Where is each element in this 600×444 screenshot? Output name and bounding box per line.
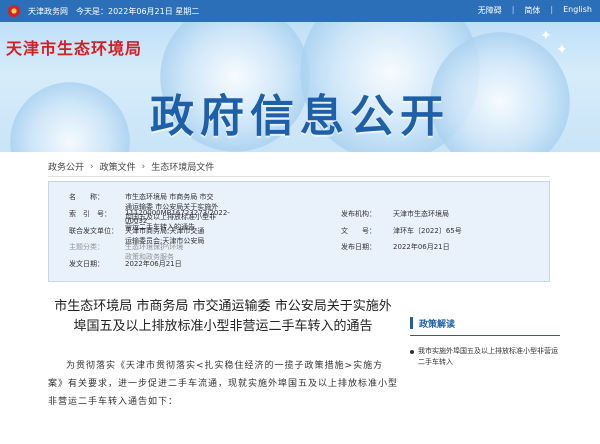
- article-title: 市生态环境局 市商务局 市交通运输委 市公安局关于实施外埠国五及以上排放标准小型…: [54, 299, 392, 334]
- national-emblem-icon: [8, 5, 20, 17]
- divider: |: [550, 5, 554, 14]
- meta-value: 2022年06月21日: [125, 260, 182, 268]
- meta-label: 发文日期：: [69, 260, 104, 268]
- city-agency-title[interactable]: 天津市生态环境局: [6, 35, 142, 59]
- meta-value: 2022年06月21日: [393, 243, 450, 251]
- divider: [48, 176, 550, 177]
- banner-main-title: 政府信息公开: [150, 91, 450, 142]
- policy-interpretation-panel: 政策解读 我市实施外埠国五及以上排放标准小型非营运二手车转入: [410, 315, 560, 368]
- bird-icon: ✦: [556, 42, 568, 58]
- meta-label: 发布机构：: [341, 210, 376, 218]
- document-metadata: 名 称： 市生态环境局 市商务局 市交通运输委 市公安局关于实施外埠国五及以上排…: [48, 181, 550, 282]
- meta-value: 天津市生态环境局: [393, 210, 449, 218]
- sidebar-item-label: 我市实施外埠国五及以上排放标准小型非营运二手车转入: [418, 347, 558, 366]
- meta-row-publish-date: 发布日期： 2022年06月21日: [341, 242, 450, 252]
- header-banner: ✦ ✦ 天津市生态环境局 政府信息公开: [0, 22, 600, 152]
- english-link[interactable]: English: [563, 5, 592, 16]
- breadcrumb-item-government-affairs[interactable]: 政务公开: [48, 160, 84, 173]
- chevron-right-icon: ›: [90, 161, 94, 172]
- breadcrumb-item-policy-documents[interactable]: 政策文件: [100, 160, 136, 173]
- top-bar-left: 天津政务网 今天是：2022年06月21日 星期二: [8, 5, 199, 17]
- article-content: 市生态环境局 市商务局 市交通运输委 市公安局关于实施外埠国五及以上排放标准小型…: [48, 297, 398, 411]
- bird-icon: ✦: [540, 28, 552, 44]
- section-marker: [410, 317, 413, 329]
- site-name[interactable]: 天津政务网: [28, 6, 68, 17]
- divider: |: [511, 5, 515, 14]
- breadcrumb-item-bureau-documents[interactable]: 生态环境局文件: [151, 160, 214, 173]
- meta-row-issuer: 发布机构： 天津市生态环境局: [341, 209, 449, 219]
- top-bar: 天津政务网 今天是：2022年06月21日 星期二 无障碍 | 简体 | Eng…: [0, 0, 600, 22]
- top-links: 无障碍 | 简体 | English: [478, 5, 592, 16]
- sidebar-item-interpretation[interactable]: 我市实施外埠国五及以上排放标准小型非营运二手车转入: [410, 346, 560, 368]
- chevron-right-icon: ›: [141, 161, 146, 172]
- breadcrumb: 政务公开 › 政策文件 › 生态环境局文件: [48, 160, 214, 174]
- sidebar-header: 政策解读: [410, 315, 560, 336]
- sidebar-title: 政策解读: [419, 319, 456, 330]
- simplified-chinese-link[interactable]: 简体: [524, 5, 540, 16]
- meta-label: 文 号：: [341, 227, 376, 235]
- date-text: 今天是：2022年06月21日 星期二: [76, 6, 200, 16]
- bullet-icon: [410, 350, 414, 354]
- meta-label: 发布日期：: [341, 243, 376, 251]
- meta-row-doc-no: 文 号： 津环车〔2022〕65号: [341, 226, 462, 236]
- meta-value: 津环车〔2022〕65号: [393, 227, 462, 235]
- accessibility-link[interactable]: 无障碍: [478, 5, 502, 16]
- article-paragraph: 为贯彻落实《天津市贯彻落实<扎实稳住经济的一揽子政策措施>实施方案》有关要求，进…: [48, 361, 399, 407]
- meta-row-issue-date: 发文日期： 2022年06月21日: [69, 259, 539, 269]
